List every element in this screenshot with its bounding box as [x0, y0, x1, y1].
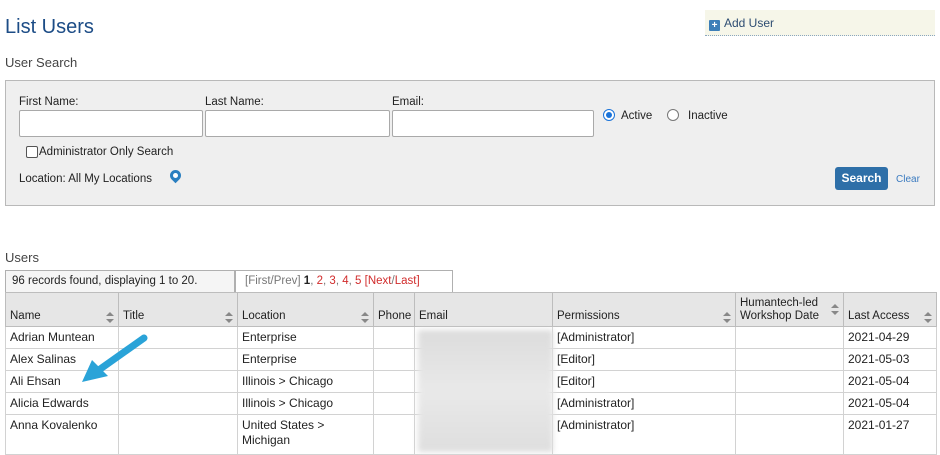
records-count: 96 records found, displaying 1 to 20.: [5, 270, 235, 292]
col-header-permissions[interactable]: Permissions: [552, 292, 736, 327]
cell-last-access: 2021-04-29: [843, 326, 937, 349]
pager: [First/Prev] 1, 2, 3, 4, 5 [Next/Last]: [235, 270, 453, 292]
col-header-location[interactable]: Location: [237, 292, 374, 327]
cell-workshop: [735, 392, 844, 415]
active-radio-label: Active: [621, 110, 653, 122]
col-header-title[interactable]: Title: [118, 292, 238, 327]
cell-phone: [373, 326, 415, 349]
cell-workshop: [735, 414, 844, 455]
cell-title: [118, 392, 238, 415]
cell-permissions: [Administrator]: [552, 392, 736, 415]
col-header-email: Email: [414, 292, 553, 327]
sort-arrows-icon[interactable]: [105, 312, 114, 323]
cell-location: United States > Michigan: [237, 414, 374, 455]
cell-location: Enterprise: [237, 326, 374, 349]
sort-arrows-icon[interactable]: [830, 304, 839, 315]
email-input[interactable]: [392, 110, 594, 137]
cell-last-access: 2021-01-27: [843, 414, 937, 455]
cell-phone: [373, 414, 415, 455]
add-user-label: Add User: [724, 16, 775, 30]
cell-permissions: [Administrator]: [552, 414, 736, 455]
inactive-radio-label: Inactive: [688, 110, 728, 122]
pager-next[interactable]: [Next: [365, 275, 392, 287]
pager-last[interactable]: Last]: [395, 275, 420, 287]
cell-workshop: [735, 348, 844, 371]
col-header-last-access[interactable]: Last Access: [843, 292, 937, 327]
pager-page-5[interactable]: 5: [355, 275, 361, 287]
cell-location: Illinois > Chicago: [237, 370, 374, 393]
inactive-radio[interactable]: [667, 109, 679, 121]
cell-workshop: [735, 326, 844, 349]
col-header-name[interactable]: Name: [5, 292, 119, 327]
redacted-email-area: [418, 330, 553, 452]
col-header-phone: Phone: [373, 292, 415, 327]
cell-last-access: 2021-05-04: [843, 392, 937, 415]
sort-arrows-icon[interactable]: [722, 312, 731, 323]
user-search-panel: First Name: Last Name: Email: Active Ina…: [5, 80, 935, 206]
cell-permissions: [Editor]: [552, 370, 736, 393]
map-pin-icon[interactable]: [167, 167, 184, 184]
cell-last-access: 2021-05-03: [843, 348, 937, 371]
clear-link[interactable]: Clear: [896, 174, 920, 185]
cell-location: Enterprise: [237, 348, 374, 371]
last-name-label: Last Name:: [205, 96, 264, 108]
users-heading: Users: [5, 250, 39, 265]
cell-title: [118, 414, 238, 455]
cell-last-access: 2021-05-04: [843, 370, 937, 393]
cell-workshop: [735, 370, 844, 393]
cell-phone: [373, 348, 415, 371]
first-name-label: First Name:: [19, 96, 79, 108]
cell-name[interactable]: Alicia Edwards: [5, 392, 119, 415]
cell-phone: [373, 392, 415, 415]
active-radio[interactable]: [603, 109, 615, 121]
cell-phone: [373, 370, 415, 393]
page-title: List Users: [5, 16, 94, 38]
search-button[interactable]: Search: [835, 167, 888, 190]
admin-only-checkbox[interactable]: [26, 146, 38, 158]
cell-name[interactable]: Anna Kovalenko: [5, 414, 119, 455]
plus-square-icon: +: [709, 20, 720, 31]
last-name-input[interactable]: [205, 110, 390, 137]
admin-only-label: Administrator Only Search: [39, 146, 174, 158]
sort-arrows-icon[interactable]: [224, 312, 233, 323]
cell-permissions: [Administrator]: [552, 326, 736, 349]
pager-first-prev[interactable]: [First/Prev]: [245, 275, 301, 287]
sort-arrows-icon[interactable]: [360, 312, 369, 323]
sort-arrows-icon[interactable]: [923, 312, 932, 323]
cell-location: Illinois > Chicago: [237, 392, 374, 415]
add-user-link[interactable]: + Add User: [705, 10, 935, 36]
user-search-heading: User Search: [5, 55, 78, 70]
cell-permissions: [Editor]: [552, 348, 736, 371]
first-name-input[interactable]: [19, 110, 203, 137]
col-header-workshop-date[interactable]: Humantech-led Workshop Date: [735, 292, 844, 327]
email-label: Email:: [392, 96, 424, 108]
location-filter-label: Location: All My Locations: [19, 173, 152, 185]
arrow-annotation-icon: [82, 334, 148, 382]
